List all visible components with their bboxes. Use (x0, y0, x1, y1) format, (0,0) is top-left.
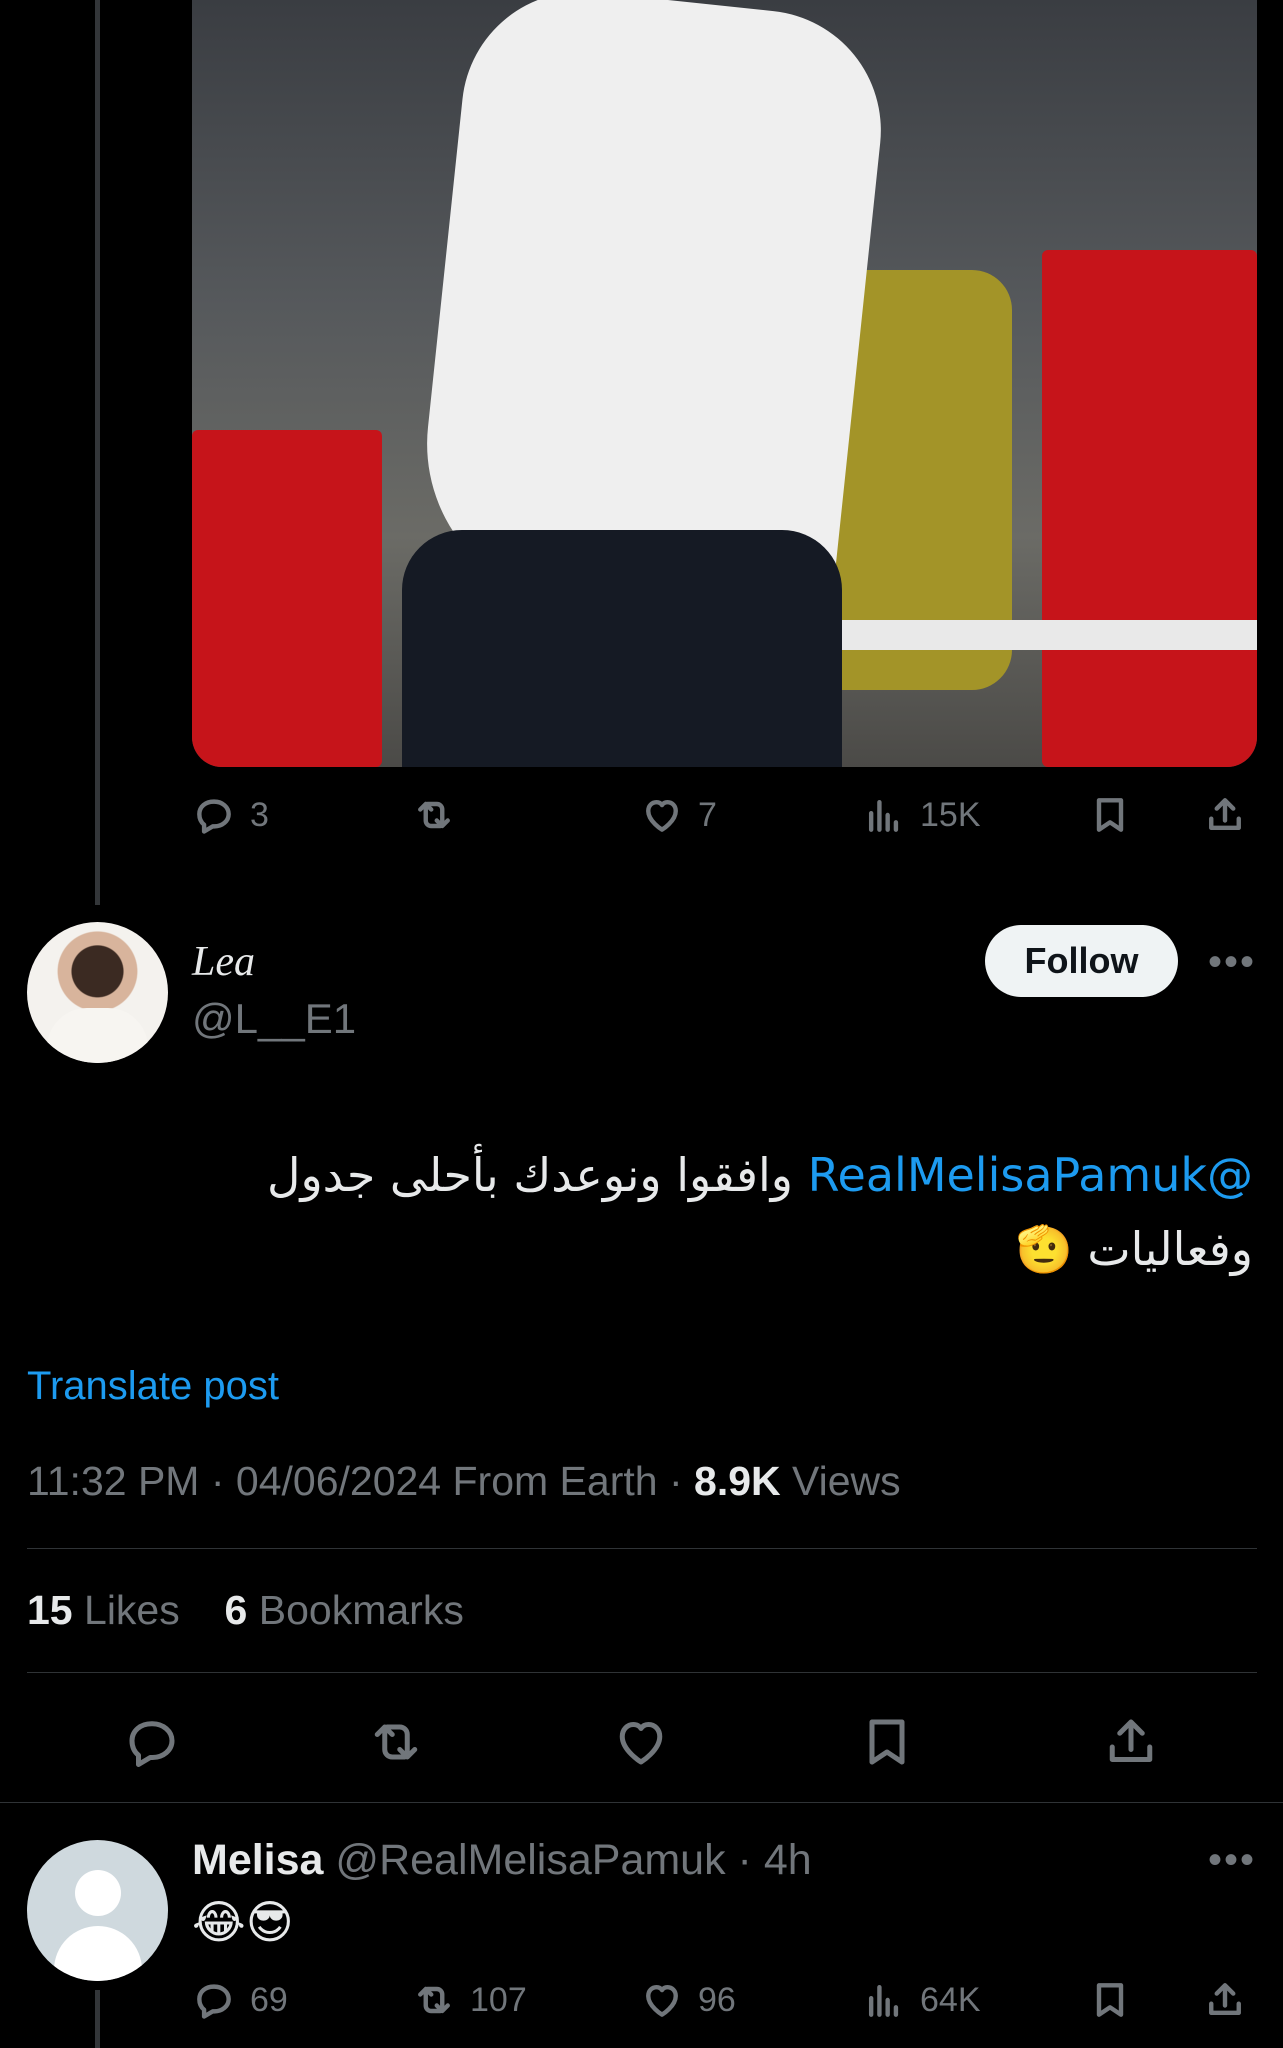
bookmark-icon (1096, 1983, 1124, 2017)
share-icon (1209, 798, 1241, 831)
bookmark-icon[interactable] (857, 1712, 917, 1772)
post-time[interactable]: 4h (764, 1836, 812, 1884)
author-handle[interactable]: @L__E1 (192, 995, 356, 1043)
repost-icon[interactable] (366, 1712, 426, 1772)
reply-icon[interactable] (122, 1712, 182, 1772)
views-button[interactable]: 64K (862, 1978, 981, 2022)
avatar[interactable] (27, 922, 168, 1063)
like-button[interactable]: 7 (640, 793, 717, 837)
follow-button[interactable]: Follow (985, 925, 1178, 997)
author-handle[interactable]: @RealMelisaPamuk (335, 1836, 725, 1884)
more-options-icon[interactable]: ••• (1208, 1838, 1256, 1883)
reply-count: 3 (250, 795, 269, 834)
post-location: From Earth (452, 1458, 658, 1504)
repost-icon (418, 1986, 450, 2014)
share-icon[interactable] (1101, 1712, 1161, 1772)
avatar[interactable] (27, 1840, 168, 1981)
share-button[interactable] (1203, 1978, 1247, 2022)
thread-line-bottom (95, 1990, 100, 2048)
like-count: 96 (698, 1980, 736, 2019)
translate-post-link[interactable]: Translate post (27, 1364, 279, 1409)
like-count: 7 (698, 795, 717, 834)
reply-count: 69 (250, 1980, 288, 2019)
views-label: Views (792, 1458, 901, 1504)
repost-button[interactable] (412, 793, 456, 837)
like-icon (646, 799, 678, 832)
bookmark-button[interactable] (1088, 793, 1132, 837)
mention-link[interactable]: @RealMelisaPamuk (808, 1148, 1253, 1202)
views-icon (868, 1984, 899, 2017)
reply-button[interactable]: 69 (192, 1978, 288, 2022)
divider (27, 1672, 1257, 1673)
author-name[interactable]: Lea (192, 938, 255, 986)
reply-button[interactable]: 3 (192, 793, 269, 837)
reply-header: Melisa @RealMelisaPamuk · 4h (192, 1836, 812, 1884)
post-text: @RealMelisaPamuk وافقوا ونوعدك بأحلى جدو… (267, 1148, 1253, 1276)
views-count: 8.9K (694, 1458, 781, 1504)
post-date[interactable]: 04/06/2024 (236, 1458, 441, 1504)
bookmark-button[interactable] (1088, 1978, 1132, 2022)
repost-count: 107 (470, 1980, 527, 2019)
engagement-stats: 15 Likes 6 Bookmarks (27, 1587, 464, 1634)
more-options-icon[interactable]: ••• (1208, 940, 1256, 985)
views-count: 64K (920, 1980, 981, 2019)
bookmarks-stat[interactable]: 6 Bookmarks (225, 1587, 464, 1633)
views-icon (868, 799, 899, 832)
post-image[interactable] (192, 0, 1257, 767)
reply-text: 😂😎 (192, 1895, 294, 1949)
like-icon (646, 1984, 678, 2017)
repost-icon (418, 801, 450, 829)
repost-button[interactable]: 107 (412, 1978, 527, 2022)
share-icon (1209, 1983, 1241, 2016)
share-button[interactable] (1203, 793, 1247, 837)
author-name[interactable]: Melisa (192, 1836, 323, 1884)
divider (27, 1548, 1257, 1549)
like-button[interactable]: 96 (640, 1978, 736, 2022)
like-icon[interactable] (611, 1712, 671, 1772)
post-time[interactable]: 11:32 PM (27, 1458, 199, 1504)
bookmark-icon (1096, 798, 1124, 832)
views-count: 15K (920, 795, 981, 834)
thread-line-top (95, 0, 100, 905)
views-button[interactable]: 15K (862, 793, 981, 837)
divider (0, 1802, 1283, 1803)
post-metadata: 11:32 PM · 04/06/2024 From Earth · 8.9K … (27, 1458, 901, 1504)
reply-icon (197, 799, 231, 834)
reply-icon (197, 1984, 231, 2019)
likes-stat[interactable]: 15 Likes (27, 1587, 180, 1633)
